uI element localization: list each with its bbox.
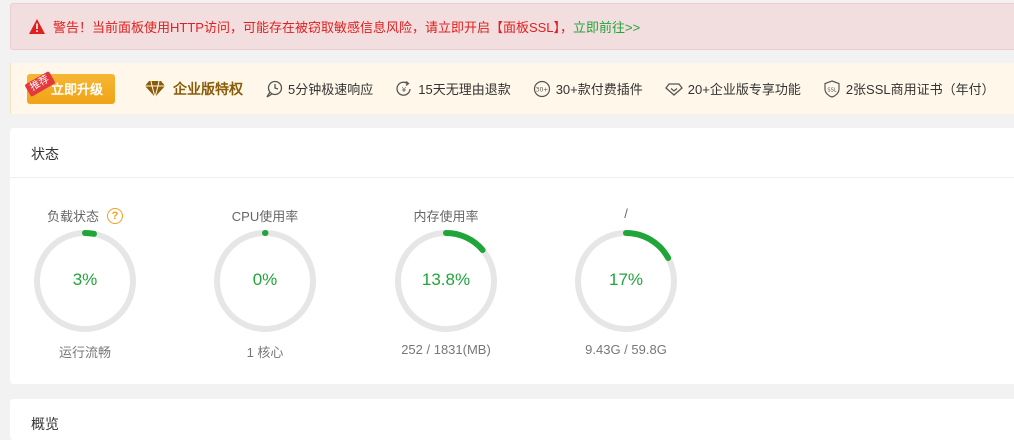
refund-icon: ¥ [395, 80, 413, 98]
ssl-shield-icon: SSL [823, 79, 841, 98]
diamond-icon [145, 80, 165, 97]
status-title: 状态 [10, 128, 1014, 178]
plugin-30-icon: 30+ [533, 80, 551, 98]
lightning-clock-icon [265, 80, 283, 98]
overview-panel: 概览 [10, 399, 1014, 440]
warning-triangle-icon [29, 19, 45, 34]
svg-text:¥: ¥ [402, 86, 407, 94]
gauge-subtext: 运行流畅 [58, 345, 111, 360]
overview-title: 概览 [31, 416, 59, 432]
gauge-value: 13.8% [421, 270, 471, 289]
feature-enterprise-functions[interactable]: 20+企业版专享功能 [664, 79, 801, 98]
feature-refund[interactable]: ¥ 15天无理由退款 [395, 79, 511, 98]
http-warning-banner: 警告！当前面板使用HTTP访问，可能存在被窃取敏感信息风险，请立即开启【面板SS… [10, 3, 1014, 50]
svg-text:30+: 30+ [535, 86, 548, 93]
gauge-label: / [624, 206, 628, 221]
upgrade-button-label: 立即升级 [50, 82, 103, 97]
svg-text:SSL: SSL [827, 87, 836, 93]
gauge-value: 3% [72, 270, 98, 289]
gauge-subtext: 9.43G / 59.8G [585, 342, 667, 357]
gauge-value: 0% [252, 270, 278, 289]
status-panel: 状态 负载状态 ? 3% 运行流畅 CPU使用率 0% 1 核心 内存使用率 1… [10, 128, 1014, 384]
gauge-label: 负载状态 ? [25, 206, 145, 225]
gauge-label: CPU使用率 [231, 209, 299, 224]
enable-ssl-link[interactable]: 立即前往>> [573, 17, 640, 36]
gauge-subtext: 1 核心 [246, 345, 284, 360]
feature-fast-response[interactable]: 5分钟极速响应 [265, 79, 373, 98]
gauge-row: 负载状态 ? 3% 运行流畅 CPU使用率 0% 1 核心 内存使用率 13.8… [10, 178, 1014, 384]
help-icon[interactable]: ? [107, 207, 123, 224]
upgrade-button[interactable]: 推荐 立即升级 [24, 70, 115, 104]
enterprise-privileges-title: 企业版特权 [145, 79, 243, 99]
feature-paid-plugins[interactable]: 30+ 30+款付费插件 [533, 79, 643, 98]
gauge-subtext: 252 / 1831(MB) [401, 342, 491, 357]
warning-text: 警告！当前面板使用HTTP访问，可能存在被窃取敏感信息风险，请立即开启【面板SS… [53, 20, 574, 35]
gauge-label: 内存使用率 [413, 209, 479, 224]
enterprise-promo-bar: 推荐 立即升级 企业版特权 5分钟极速响应 ¥ 15天无理由退款 30+ 30+… [10, 63, 1014, 114]
feature-ssl-certificates[interactable]: SSL 2张SSL商用证书（年付） [823, 79, 995, 98]
diamond-outline-icon [664, 80, 683, 98]
gauge-value: 17% [608, 270, 644, 289]
